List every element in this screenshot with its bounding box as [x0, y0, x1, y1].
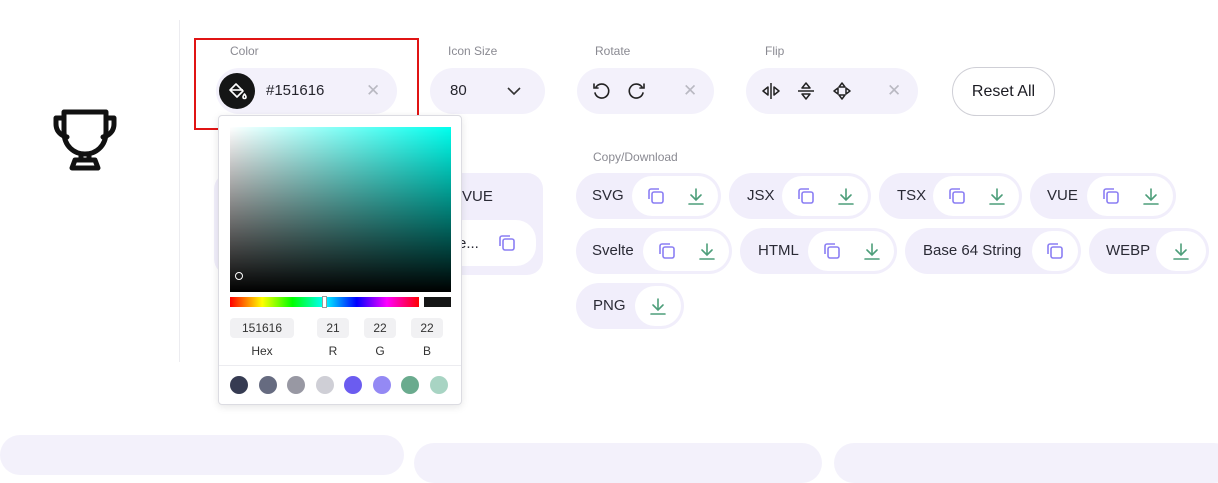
download-icon[interactable]	[686, 186, 706, 206]
download-icon[interactable]	[836, 186, 856, 206]
download-icon[interactable]	[862, 241, 882, 261]
color-swatch[interactable]	[230, 376, 248, 394]
copy-icon[interactable]	[1045, 241, 1065, 261]
swatch-divider	[219, 365, 461, 366]
color-swatch[interactable]	[429, 376, 448, 394]
saturation-cursor[interactable]	[235, 272, 243, 280]
b-input[interactable]: 22	[411, 318, 443, 338]
clear-rotate-icon[interactable]: ✕	[683, 82, 697, 99]
format-chip-svelte: Svelte	[576, 228, 732, 274]
format-name: Svelte	[592, 242, 634, 259]
trophy-icon	[50, 106, 120, 172]
chevron-down-icon	[506, 84, 522, 102]
rotate-label: Rotate	[595, 44, 631, 58]
flip-horizontal-icon[interactable]	[760, 81, 782, 106]
copy-download-label: Copy/Download	[593, 150, 678, 164]
color-swatch[interactable]	[287, 376, 305, 394]
hue-slider-handle[interactable]	[322, 296, 327, 308]
color-swatch[interactable]	[315, 376, 334, 394]
r-input[interactable]: 21	[317, 318, 349, 338]
copy-icon[interactable]	[657, 241, 677, 261]
bottom-card-3	[834, 443, 1218, 483]
copy-icon[interactable]	[947, 186, 967, 206]
format-name: WEBP	[1106, 242, 1151, 259]
flip-vertical-icon[interactable]	[796, 80, 816, 107]
flip-group: ✕	[746, 68, 918, 114]
download-icon[interactable]	[987, 186, 1007, 206]
behind-vue-label: VUE	[462, 188, 493, 205]
color-swatch[interactable]	[258, 376, 277, 394]
download-icon[interactable]	[648, 296, 668, 316]
copy-icon[interactable]	[646, 186, 666, 206]
download-icon[interactable]	[1141, 186, 1161, 206]
rotate-left-icon[interactable]	[591, 81, 611, 106]
b-label: B	[422, 344, 431, 358]
reset-all-button[interactable]: Reset All	[952, 67, 1055, 116]
flip-label: Flip	[765, 44, 785, 58]
icon-size-value: 80	[450, 82, 467, 99]
format-name: JSX	[747, 187, 775, 204]
icon-size-select[interactable]: 80	[430, 68, 545, 114]
hex-input[interactable]: 151616	[230, 318, 294, 338]
hex-label: Hex	[251, 344, 273, 358]
format-chip-jsx: JSX	[729, 173, 871, 219]
format-chip-png: PNG	[576, 283, 684, 329]
hue-slider[interactable]	[230, 296, 419, 308]
color-swatch[interactable]	[401, 376, 419, 394]
format-name: Base 64 String	[923, 242, 1022, 259]
format-name: PNG	[593, 297, 626, 314]
download-icon[interactable]	[697, 241, 717, 261]
left-divider	[179, 20, 180, 362]
saturation-area[interactable]	[230, 127, 451, 292]
color-swatch[interactable]	[372, 376, 391, 394]
copy-icon[interactable]	[822, 241, 842, 261]
clear-flip-icon[interactable]: ✕	[887, 82, 901, 99]
format-name: SVG	[592, 187, 624, 204]
format-chip-html: HTML	[740, 228, 897, 274]
icon-size-label: Icon Size	[448, 44, 498, 58]
format-chip-webp: WEBP	[1089, 228, 1209, 274]
format-chip-base64: Base 64 String	[905, 228, 1081, 274]
download-icon[interactable]	[1171, 241, 1191, 261]
rotate-right-icon[interactable]	[627, 81, 647, 106]
format-name: HTML	[758, 242, 799, 259]
color-picker-popover: 151616 21 22 22 Hex R G B	[218, 115, 462, 405]
copy-icon[interactable]	[1101, 186, 1121, 206]
flip-both-icon[interactable]	[831, 80, 853, 107]
format-chip-vue: VUE	[1030, 173, 1176, 219]
copy-icon[interactable]	[497, 233, 517, 258]
g-label: G	[375, 344, 385, 358]
format-chip-tsx: TSX	[879, 173, 1022, 219]
format-chip-svg: SVG	[576, 173, 721, 219]
color-swatch[interactable]	[344, 376, 362, 394]
current-color-preview	[424, 297, 451, 307]
bottom-card-1	[0, 435, 404, 475]
copy-icon[interactable]	[796, 186, 816, 206]
g-input[interactable]: 22	[364, 318, 396, 338]
format-name: VUE	[1047, 187, 1078, 204]
bottom-card-2	[414, 443, 822, 483]
rotate-group: ✕	[577, 68, 714, 114]
r-label: R	[328, 344, 338, 358]
format-name: TSX	[897, 187, 927, 204]
reset-all-label: Reset All	[971, 83, 1036, 100]
